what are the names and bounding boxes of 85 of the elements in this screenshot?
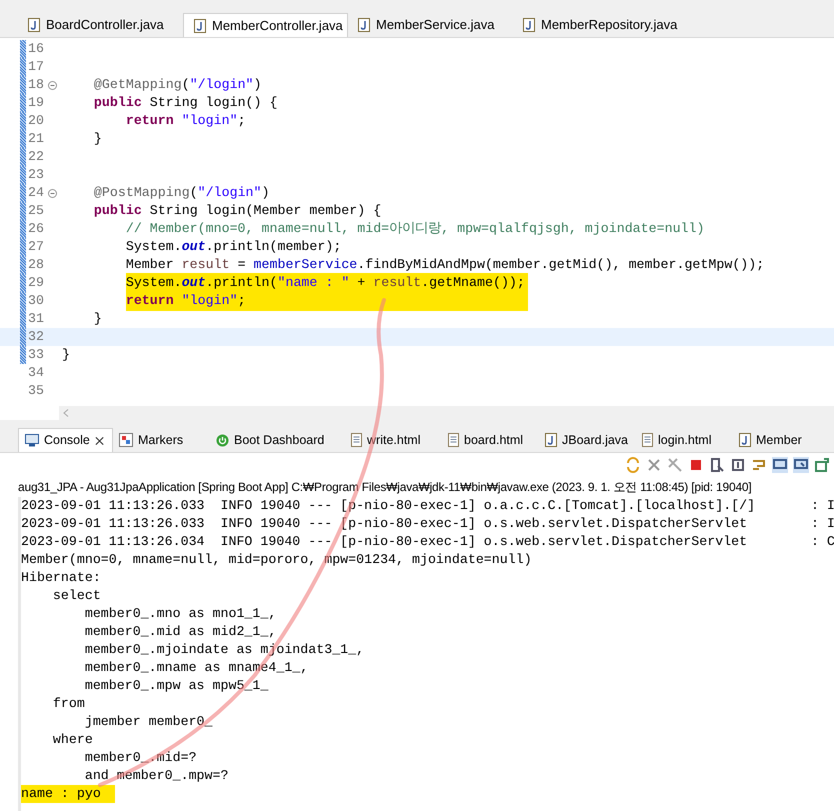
console-line: jmember member0_ bbox=[84, 713, 214, 731]
console-line: 2023-09-01 11:13:26.033 INFO 19040 --- [p-nio-80-exec-1] o.s.web.servlet.DispatcherServlet : I bbox=[21, 515, 834, 533]
line-number: 20 bbox=[28, 112, 45, 130]
markers-icon bbox=[119, 433, 133, 447]
console-line: 2023-09-01 11:13:26.034 INFO 19040 --- [p-nio-80-exec-1] o.s.web.servlet.DispatcherServlet : C bbox=[21, 533, 834, 551]
relaunch-icon[interactable] bbox=[625, 457, 641, 473]
console-line: Member(mno=0, mname=null, mid=pororo, mpw=01234, mjoindate=null) bbox=[21, 551, 532, 569]
line-number: 22 bbox=[28, 148, 45, 166]
new-console-icon[interactable] bbox=[814, 457, 830, 473]
scroll-lock-icon[interactable] bbox=[730, 457, 746, 473]
line-number: 29 bbox=[28, 274, 45, 292]
monitor-icon bbox=[25, 434, 39, 447]
code-line: return "login"; bbox=[126, 112, 246, 130]
line-number: 16 bbox=[28, 40, 45, 58]
document-icon bbox=[351, 433, 362, 447]
console-line: member0_.mid as mid2_1_, bbox=[84, 623, 276, 641]
java-file-icon bbox=[194, 18, 206, 32]
code-line: } bbox=[94, 310, 102, 328]
console-line: member0_.mno as mno1_1_, bbox=[84, 605, 276, 623]
java-file-icon bbox=[545, 433, 557, 447]
java-file-icon bbox=[739, 433, 751, 447]
editor-tab[interactable]: MemberRepository.java bbox=[513, 13, 678, 37]
close-icon[interactable] bbox=[94, 436, 104, 446]
console-line: and member0_.mpw=? bbox=[84, 767, 228, 785]
line-number: 28 bbox=[28, 256, 45, 274]
line-number: 23 bbox=[28, 166, 45, 184]
view-tab[interactable]: Boot Dashboard bbox=[210, 428, 345, 452]
view-tab[interactable]: Markers bbox=[113, 428, 210, 452]
word-wrap-icon[interactable] bbox=[751, 457, 767, 473]
line-number: 34 bbox=[28, 364, 45, 382]
code-line: @PostMapping("/login") bbox=[94, 184, 270, 202]
code-line: // Member(mno=0, mname=null, mid=아이디랑, mpw=qlalfqjsgh, mjoindate=null) bbox=[126, 220, 704, 238]
view-tab[interactable]: Console bbox=[18, 428, 113, 452]
code-line: Member result = memberService.findByMidAndMpw(member.getMid(), member.getMpw()); bbox=[126, 256, 764, 274]
view-tab[interactable]: login.html bbox=[636, 428, 733, 452]
code-line: public String login(Member member) { bbox=[94, 202, 382, 220]
stop-icon[interactable] bbox=[688, 457, 704, 473]
clear-console-icon[interactable] bbox=[709, 457, 725, 473]
console-line: member0_.mname as mname4_1_, bbox=[84, 659, 308, 677]
remove-all-icon[interactable] bbox=[667, 457, 683, 473]
line-number: 17 bbox=[28, 58, 45, 76]
code-line: System.out.println(member); bbox=[126, 238, 342, 256]
view-tab[interactable]: board.html bbox=[442, 428, 539, 452]
java-file-icon bbox=[28, 18, 40, 32]
line-number: 32 bbox=[28, 328, 45, 346]
console-line: where bbox=[52, 731, 93, 749]
console-line: Hibernate: bbox=[21, 569, 102, 587]
console-line: 2023-09-01 11:13:26.033 INFO 19040 --- [p-nio-80-exec-1] o.a.c.c.C.[Tomcat].[localhost].[/] : I bbox=[21, 497, 834, 515]
line-number: 27 bbox=[28, 238, 45, 256]
code-line: public String login() { bbox=[94, 94, 278, 112]
display-console-icon[interactable] bbox=[793, 457, 809, 473]
java-file-icon bbox=[523, 18, 535, 32]
code-line: } bbox=[62, 346, 70, 364]
collapse-icon[interactable] bbox=[48, 188, 57, 198]
line-number: 21 bbox=[28, 130, 45, 148]
launch-description: aug31_JPA - Aug31JpaApplication [Spring Boot App] C:₩Program Files₩java₩jdk-11₩bin₩javaw.exe (2023. 9. 1. 오전 11:08:45) [pid: 19040] bbox=[18, 479, 752, 496]
code-line: } bbox=[94, 130, 102, 148]
java-file-icon bbox=[358, 18, 370, 32]
view-tab[interactable]: write.html bbox=[345, 428, 442, 452]
line-number: 31 bbox=[28, 310, 45, 328]
line-number: 18 bbox=[28, 76, 45, 94]
line-number: 19 bbox=[28, 94, 45, 112]
editor-tab[interactable]: MemberService.java bbox=[348, 13, 513, 37]
console-line: member0_.mpw as mpw5_1_ bbox=[84, 677, 270, 695]
pin-console-icon[interactable] bbox=[772, 457, 788, 473]
collapse-icon[interactable] bbox=[48, 80, 57, 90]
console-line: from bbox=[52, 695, 85, 713]
console-line: member0_.mjoindate as mjoindat3_1_, bbox=[84, 641, 364, 659]
line-number: 33 bbox=[28, 346, 45, 364]
document-icon bbox=[448, 433, 459, 447]
power-icon bbox=[216, 434, 229, 446]
line-number: 35 bbox=[28, 382, 45, 400]
line-number: 25 bbox=[28, 202, 45, 220]
line-number: 24 bbox=[28, 184, 45, 202]
editor-tab[interactable]: BoardController.java bbox=[18, 13, 183, 37]
console-line: member0_.mid=? bbox=[84, 749, 198, 767]
horizontal-scrollbar[interactable] bbox=[59, 406, 834, 420]
code-line: @GetMapping("/login") bbox=[94, 76, 262, 94]
editor-tab[interactable]: MemberController.java bbox=[183, 13, 348, 37]
view-tab[interactable]: Member bbox=[733, 428, 830, 452]
line-number: 26 bbox=[28, 220, 45, 238]
line-number: 30 bbox=[28, 292, 45, 310]
document-icon bbox=[642, 433, 653, 447]
view-tab[interactable]: JBoard.java bbox=[539, 428, 636, 452]
console-line: select bbox=[52, 587, 101, 605]
